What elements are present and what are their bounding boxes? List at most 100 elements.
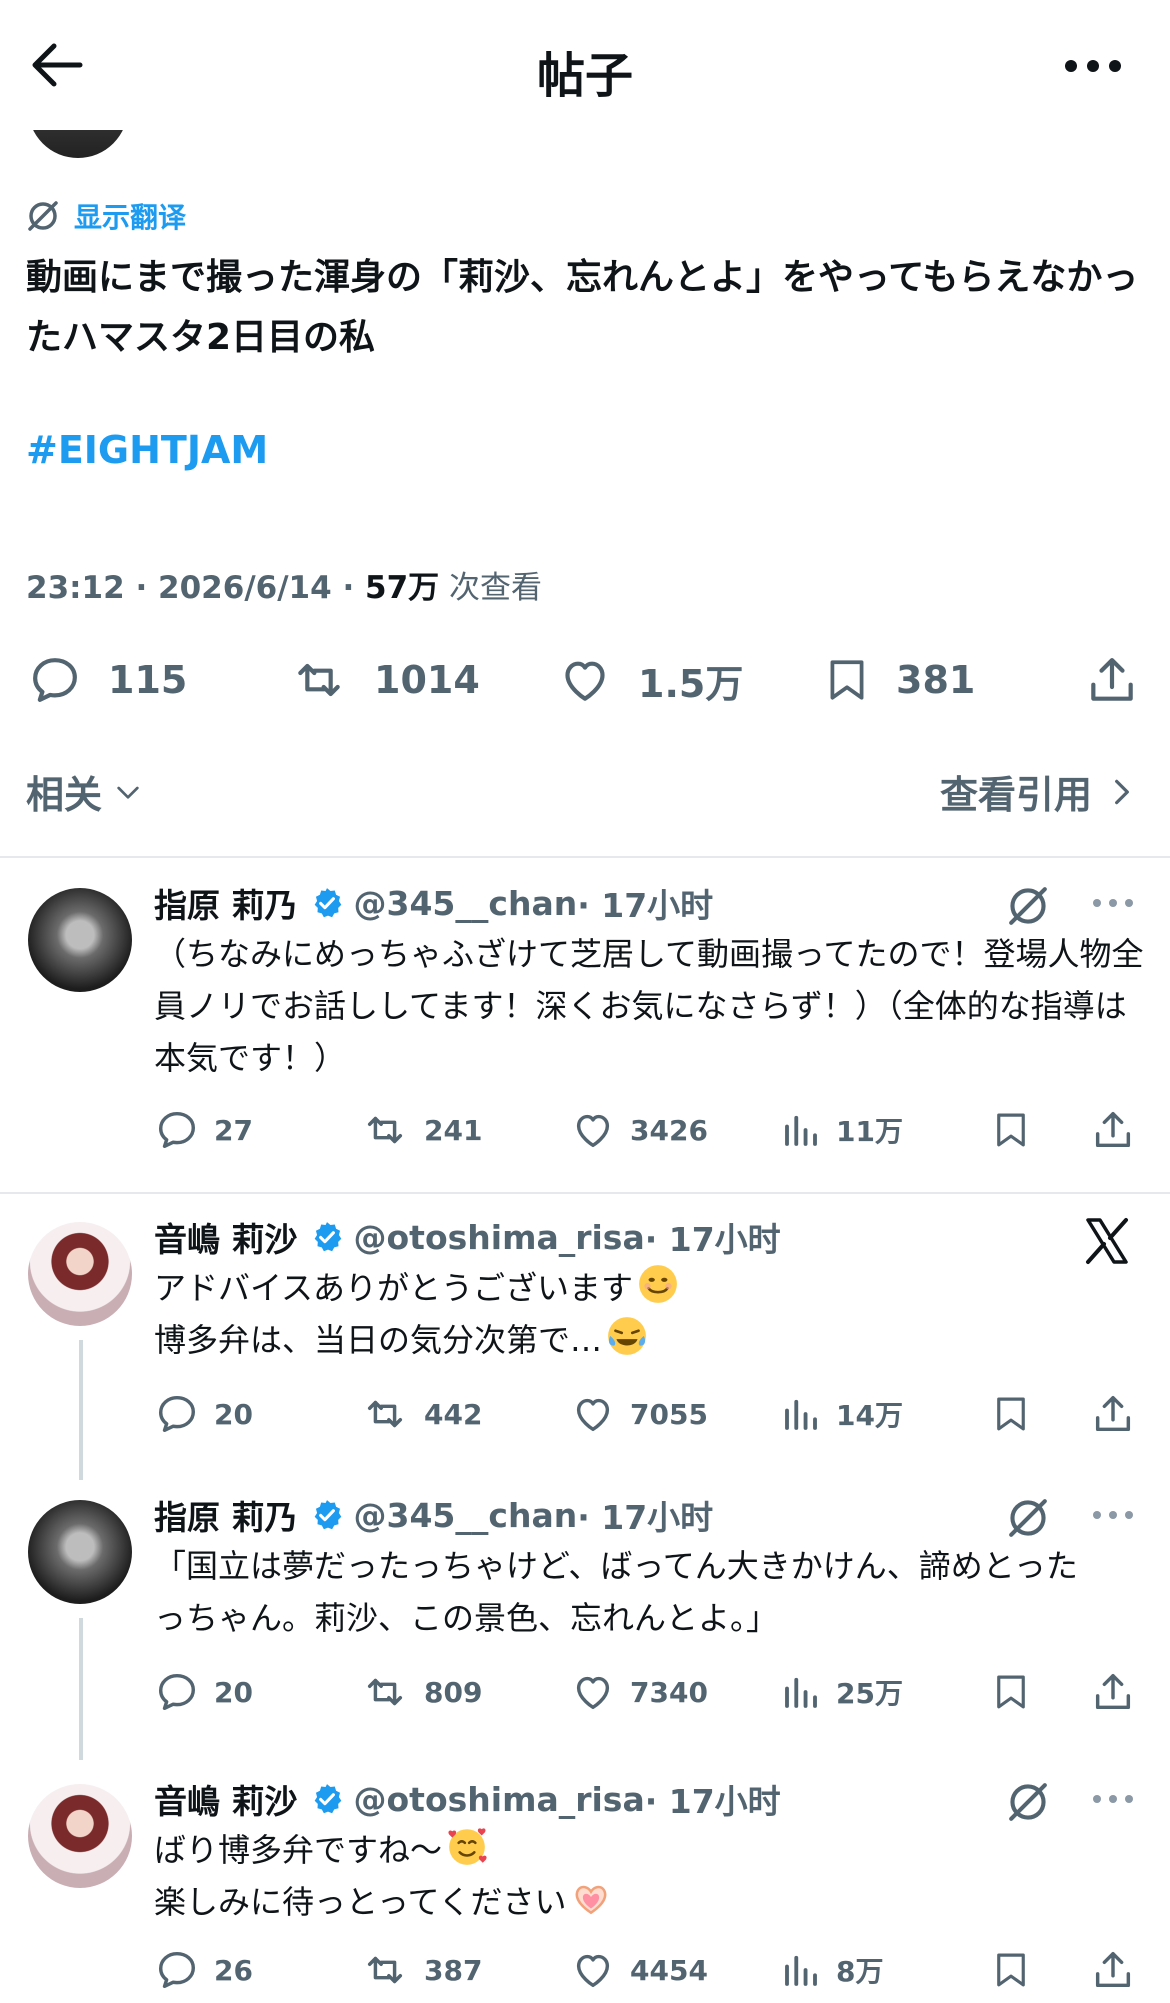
reply-text: （ちなみにめっちゃふざけて芝居して動画撮ってたので！登場人物全員ノリでお話しして… — [154, 935, 1144, 1077]
reply-button[interactable]: 26 — [154, 1940, 253, 2000]
top-bar: 帖子 — [0, 0, 1170, 130]
more-icon[interactable] — [1090, 888, 1136, 918]
avatar[interactable] — [28, 1500, 132, 1604]
display-name[interactable]: 音嶋 莉沙 — [154, 1775, 298, 1823]
repost-button[interactable]: 241 — [360, 1100, 482, 1160]
user-handle[interactable]: @otoshima_risa — [354, 1780, 645, 1819]
verified-icon — [314, 1222, 341, 1252]
reply-button[interactable]: 20 — [154, 1384, 253, 1444]
display-name[interactable]: 音嶋 莉沙 — [154, 1213, 298, 1261]
show-translation-link[interactable]: 显示翻译 — [26, 196, 186, 236]
repost-icon — [367, 1400, 403, 1428]
like-count: 4454 — [630, 1953, 708, 1987]
share-button[interactable] — [1090, 1662, 1136, 1722]
views-button[interactable]: 11万 — [780, 1100, 903, 1160]
reply-count: 115 — [108, 658, 188, 702]
reply-icon — [158, 1951, 196, 1989]
repost-count: 809 — [424, 1675, 483, 1709]
reply-text-line: 楽しみに待っとってください — [154, 1883, 567, 1921]
heart-hands-emoji-icon — [576, 1885, 607, 1915]
share-button[interactable] — [1084, 640, 1140, 720]
user-handle[interactable]: @345__chan — [354, 884, 578, 923]
more-icon — [1065, 60, 1121, 72]
like-count: 3426 — [630, 1113, 708, 1147]
views-button[interactable]: 25万 — [780, 1662, 903, 1722]
reply-action-bar: 26 387 4454 8万 — [0, 1940, 1170, 2000]
reply-header: 音嶋 莉沙 @otoshima_risa · 17小时 — [154, 1214, 781, 1260]
bookmark-button[interactable] — [990, 1384, 1032, 1444]
reply-text: 「国立は夢だったっちゃけど、ばってん大きかけん、諦めとったっちゃん。莉沙、この景… — [154, 1547, 1078, 1637]
view-quotes-link[interactable]: 查看引用 — [940, 764, 1134, 819]
bookmark-button[interactable] — [990, 1940, 1032, 2000]
share-icon — [1095, 1395, 1131, 1432]
reply-item[interactable]: 音嶋 莉沙 @otoshima_risa · 17小时 ばり博多弁ですね～ 楽し… — [0, 1776, 1170, 2003]
bookmark-button[interactable]: 381 — [822, 640, 975, 720]
like-count: 1.5万 — [638, 661, 744, 706]
like-icon — [576, 1676, 610, 1710]
views-button[interactable]: 14万 — [780, 1384, 903, 1444]
display-name[interactable]: 指原 莉乃 — [154, 879, 298, 927]
like-button[interactable]: 1.5万 — [556, 640, 743, 720]
hashtag-link[interactable]: #EIGHTJAM — [26, 428, 268, 472]
reply-item[interactable]: 指原 莉乃 @345__chan · 17小时 （ちなみにめっちゃふざけて芝居し… — [0, 880, 1170, 1180]
avatar[interactable] — [28, 1784, 132, 1888]
bookmark-button[interactable] — [990, 1100, 1032, 1160]
like-count: 7340 — [630, 1675, 708, 1709]
repost-button[interactable]: 809 — [360, 1662, 482, 1722]
share-button[interactable] — [1090, 1100, 1136, 1160]
repost-count: 241 — [424, 1113, 483, 1147]
repost-button[interactable]: 442 — [360, 1384, 482, 1444]
like-button[interactable]: 3426 — [570, 1100, 708, 1160]
reply-header: 指原 莉乃 @345__chan · 17小时 — [154, 1492, 713, 1538]
more-options-button[interactable] — [1062, 46, 1124, 86]
smiling-face-emoji-icon — [639, 1265, 677, 1303]
user-handle[interactable]: @345__chan — [354, 1496, 578, 1535]
bookmark-button[interactable] — [990, 1662, 1032, 1722]
share-button[interactable] — [1090, 1384, 1136, 1444]
more-icon[interactable] — [1090, 1784, 1136, 1814]
repost-count: 1014 — [374, 658, 480, 702]
translate-icon — [28, 201, 58, 231]
repost-count: 387 — [424, 1953, 483, 1987]
bookmark-icon — [830, 660, 864, 700]
reply-button[interactable]: 20 — [154, 1662, 253, 1722]
avatar[interactable] — [28, 888, 132, 992]
grok-icon[interactable] — [1006, 884, 1050, 928]
divider — [0, 856, 1170, 858]
repost-button[interactable]: 1014 — [288, 640, 480, 720]
user-handle[interactable]: @otoshima_risa — [354, 1218, 645, 1257]
post-timestamp: 23:12 · 2026/6/14 · — [26, 570, 366, 606]
like-icon — [576, 1398, 610, 1432]
views-button[interactable]: 8万 — [780, 1940, 883, 2000]
share-button[interactable] — [1090, 1940, 1136, 2000]
display-name[interactable]: 指原 莉乃 — [154, 1491, 298, 1539]
like-button[interactable]: 7340 — [570, 1662, 708, 1722]
share-icon — [1095, 1111, 1131, 1148]
reply-timestamp: · 17小时 — [644, 1782, 781, 1821]
reply-timestamp: · 17小时 — [577, 1498, 714, 1537]
reply-text-line: アドバイスありがとうございます — [154, 1269, 634, 1307]
like-button[interactable]: 7055 — [570, 1384, 708, 1444]
reply-text-line: 博多弁は、当日の気分次第で… — [154, 1321, 603, 1359]
x-logo-icon — [1086, 1218, 1128, 1264]
avatar[interactable] — [28, 1222, 132, 1326]
reply-text-line: ばり博多弁ですね～ — [154, 1831, 443, 1869]
reply-header: 音嶋 莉沙 @otoshima_risa · 17小时 — [154, 1776, 781, 1822]
view-count: 8万 — [836, 1955, 884, 1988]
like-button[interactable]: 4454 — [570, 1940, 708, 2000]
chevron-right-icon — [1115, 779, 1129, 804]
verified-icon — [314, 888, 341, 918]
related-dropdown[interactable]: 相关 — [26, 764, 144, 819]
reply-button[interactable]: 115 — [26, 640, 187, 720]
more-icon[interactable] — [1090, 1500, 1136, 1530]
reply-button[interactable]: 27 — [154, 1100, 253, 1160]
reply-icon — [158, 1395, 196, 1433]
repost-button[interactable]: 387 — [360, 1940, 482, 2000]
reply-item[interactable]: 指原 莉乃 @345__chan · 17小时 「国立は夢だったっちゃけど、ばっ… — [0, 1492, 1170, 1760]
grok-icon[interactable] — [1006, 1496, 1050, 1540]
share-icon — [1095, 1673, 1131, 1710]
reply-item[interactable]: 音嶋 莉沙 @otoshima_risa · 17小时 アドバイスありがとうござ… — [0, 1214, 1170, 1480]
views-icon — [785, 1399, 817, 1430]
grok-icon[interactable] — [1006, 1780, 1050, 1824]
reply-timestamp: · 17小时 — [644, 1220, 781, 1259]
